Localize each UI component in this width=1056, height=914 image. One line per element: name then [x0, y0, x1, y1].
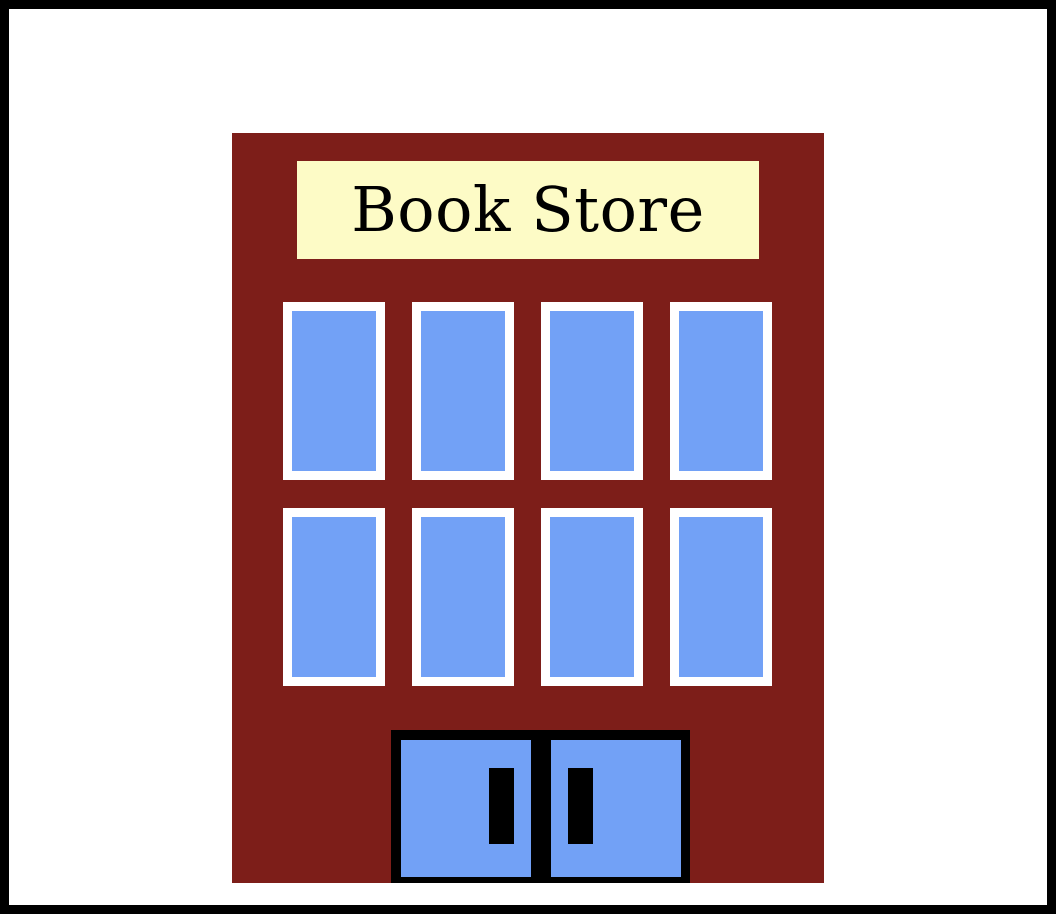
- window: [283, 508, 385, 686]
- window: [541, 508, 643, 686]
- window: [670, 508, 772, 686]
- window: [412, 508, 514, 686]
- store-sign: Book Store: [297, 161, 759, 259]
- window: [412, 302, 514, 480]
- store-sign-text: Book Store: [351, 173, 705, 246]
- window: [670, 302, 772, 480]
- right-door-handle: [568, 768, 593, 844]
- window: [541, 302, 643, 480]
- left-door-handle: [489, 768, 514, 844]
- window: [283, 302, 385, 480]
